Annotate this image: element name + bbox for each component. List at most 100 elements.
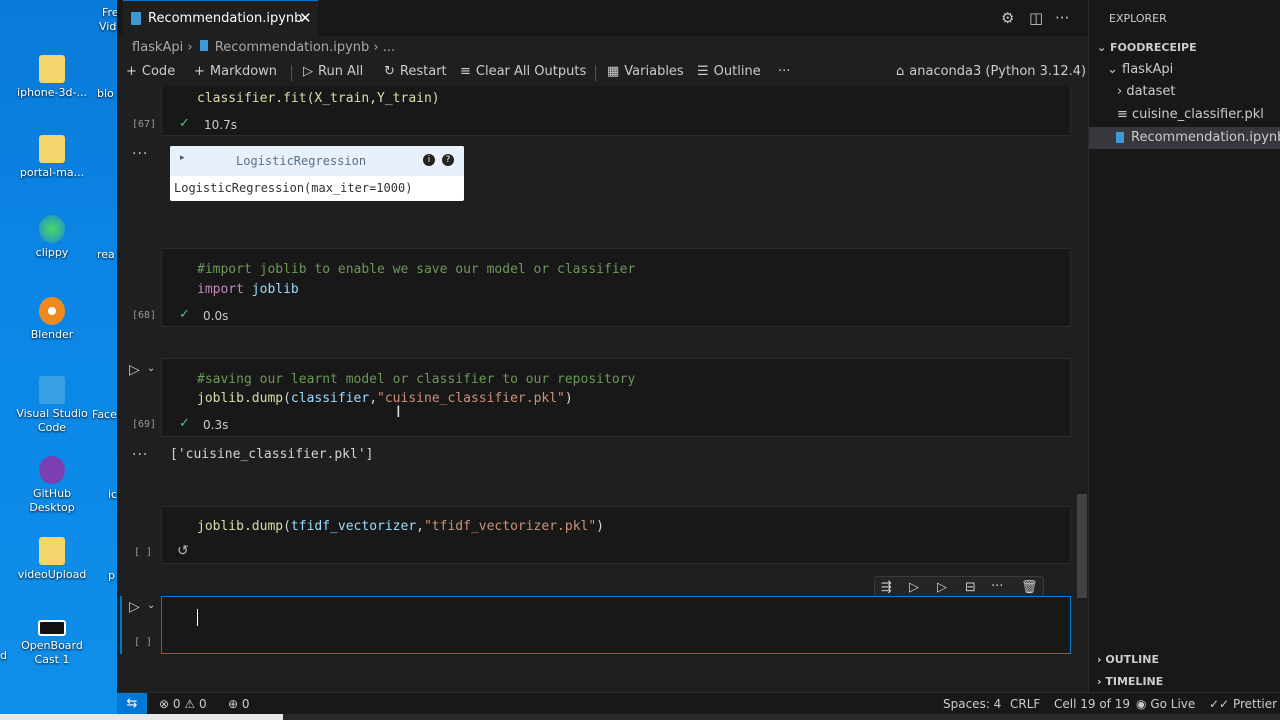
text-cursor xyxy=(197,609,198,626)
cell-code-line[interactable]: classifier.fit(X_train,Y_train) xyxy=(197,91,440,106)
breadcrumb-more[interactable]: ... xyxy=(383,40,395,55)
add-markdown-button[interactable]: + Markdown xyxy=(194,64,277,79)
section-label: TIMELINE xyxy=(1105,675,1164,688)
more-icon[interactable]: ··· xyxy=(991,579,1003,594)
cell-position-status[interactable]: Cell 19 of 19 xyxy=(1054,697,1130,711)
execution-count: [ ] xyxy=(134,547,153,558)
execution-time: 0.3s xyxy=(203,418,229,432)
run-all-button[interactable]: ▷ Run All xyxy=(303,64,363,79)
gear-icon[interactable]: ⚙ xyxy=(1001,9,1014,27)
scrollbar-thumb[interactable] xyxy=(1077,494,1087,598)
cut-label: ic xyxy=(108,488,117,501)
run-cell-icon[interactable]: ▷ xyxy=(129,599,140,615)
chevron-down-icon[interactable]: ⌄ xyxy=(147,363,155,374)
broadcast-icon: ◉ xyxy=(1136,697,1147,711)
toolbar-more-button[interactable]: ··· xyxy=(778,64,790,79)
remote-icon[interactable]: ⇆ xyxy=(117,693,147,715)
cell-code-line[interactable]: import joblib xyxy=(197,282,299,297)
run-cell-icon[interactable]: ▷ xyxy=(129,362,140,378)
variables-label: Variables xyxy=(624,64,684,79)
code-argument: tfidf_vectorizer xyxy=(290,519,417,534)
desktop-background: iphone-3d-... portal-ma... clippy Blende… xyxy=(0,0,117,720)
desktop-icon-iphone[interactable]: iphone-3d-... xyxy=(12,55,92,100)
desktop-icon-label: iphone-3d-... xyxy=(17,86,87,99)
code-cell-70[interactable] xyxy=(161,506,1071,564)
folder-flaskapi[interactable]: ⌄ flaskApi xyxy=(1107,62,1173,77)
restart-button[interactable]: ↻ Restart xyxy=(384,64,447,79)
code-keyword: import xyxy=(197,282,244,297)
restart-icon: ↻ xyxy=(384,64,395,79)
toolbar-divider xyxy=(595,65,596,81)
file-icon xyxy=(39,135,65,163)
go-live-button[interactable]: ◉ Go Live xyxy=(1136,697,1195,711)
eol-status[interactable]: CRLF xyxy=(1010,697,1040,711)
folder-label: dataset xyxy=(1126,84,1176,99)
help-icon[interactable]: ? xyxy=(442,154,454,166)
cell-code-line[interactable]: joblib.dump(classifier,"cuisine_classifi… xyxy=(197,391,573,406)
openboard-icon xyxy=(38,620,66,636)
timeline-section[interactable]: › TIMELINE xyxy=(1097,675,1163,688)
add-code-button[interactable]: + Code xyxy=(126,64,175,79)
file-label: Recommendation.ipynb xyxy=(1131,130,1280,145)
output-more-icon[interactable]: ··· xyxy=(132,447,148,463)
desktop-icon-portal[interactable]: portal-ma... xyxy=(12,135,92,180)
github-icon xyxy=(39,456,65,484)
desktop-icon-github[interactable]: GitHub Desktop xyxy=(12,456,92,515)
desktop-icon-openboard[interactable]: OpenBoard Cast 1 xyxy=(12,620,92,667)
close-icon[interactable]: ✕ xyxy=(299,9,312,27)
selected-file-row[interactable]: Recommendation.ipynb xyxy=(1089,127,1280,149)
code-cell-active[interactable] xyxy=(161,596,1071,654)
taskbar-search[interactable] xyxy=(0,714,283,720)
breadcrumb-folder[interactable]: flaskApi xyxy=(132,40,183,55)
split-cell-icon[interactable]: ⊟ xyxy=(965,580,976,595)
outline-section[interactable]: › OUTLINE xyxy=(1097,653,1159,666)
execution-count: [67] xyxy=(132,119,157,130)
cell-code-line[interactable]: #import joblib to enable we save our mod… xyxy=(197,262,635,277)
tab-recommendation[interactable]: Recommendation.ipynb ✕ xyxy=(123,0,318,36)
execute-above-icon[interactable]: ▷ xyxy=(909,580,919,595)
indentation-status[interactable]: Spaces: 4 xyxy=(943,697,1001,711)
cell-code-line[interactable]: joblib.dump(tfidf_vectorizer,"tfidf_vect… xyxy=(197,519,604,534)
split-editor-icon[interactable]: ◫ xyxy=(1029,9,1043,27)
outline-button[interactable]: ☰ Outline xyxy=(697,64,761,79)
chevron-down-icon[interactable]: ⌄ xyxy=(147,600,155,611)
kernel-picker[interactable]: ⌂ anaconda3 (Python 3.12.4) xyxy=(896,64,1086,79)
output-more-icon[interactable]: ··· xyxy=(132,146,148,162)
variables-icon: ▦ xyxy=(607,64,620,79)
desktop-icon-videoupload[interactable]: videoUpload xyxy=(12,537,92,582)
go-live-label: Go Live xyxy=(1150,697,1196,711)
ports-indicator[interactable]: ⊕ 0 xyxy=(228,697,250,711)
desktop-icon-vscode[interactable]: Visual Studio Code xyxy=(12,376,92,435)
delete-icon[interactable]: 🗑 xyxy=(1021,580,1038,595)
prettier-label: Prettier xyxy=(1232,697,1278,711)
file-pkl[interactable]: ≡ cuisine_classifier.pkl xyxy=(1117,107,1264,122)
plus-icon: + xyxy=(194,64,205,79)
chevron-right-icon: › xyxy=(1117,84,1127,99)
desktop-icon-clippy[interactable]: clippy xyxy=(12,215,92,260)
variables-button[interactable]: ▦ Variables xyxy=(607,64,684,79)
add-code-label: Code xyxy=(141,64,176,79)
folder-dataset[interactable]: › dataset xyxy=(1117,84,1176,99)
project-header[interactable]: ⌄ FOODRECEIPE xyxy=(1097,41,1197,54)
estimator-widget[interactable]: ▸ LogisticRegression i ? LogisticRegress… xyxy=(170,146,464,201)
warning-icon: ⚠ xyxy=(184,697,196,711)
desktop-icon-blender[interactable]: Blender xyxy=(12,297,92,342)
chevron-down-icon: ⌄ xyxy=(1097,41,1111,54)
problems-indicator[interactable]: ⊗ 0 ⚠ 0 xyxy=(159,697,207,711)
breadcrumb-file[interactable]: Recommendation.ipynb xyxy=(215,40,369,55)
execute-below-icon[interactable]: ▷ xyxy=(937,580,947,595)
run-by-line-icon[interactable]: ⇶ xyxy=(881,580,892,595)
code-function: joblib.dump xyxy=(197,519,284,534)
estimator-header[interactable]: ▸ LogisticRegression i ? xyxy=(170,146,464,176)
code-string: "cuisine_classifier.pkl" xyxy=(377,391,565,406)
clear-outputs-button[interactable]: ≡ Clear All Outputs xyxy=(460,64,586,79)
prettier-button[interactable]: ✓✓ Prettier xyxy=(1209,697,1277,711)
info-icon[interactable]: i xyxy=(423,154,435,166)
add-markdown-label: Markdown xyxy=(209,64,278,79)
project-name: FOODRECEIPE xyxy=(1110,41,1197,54)
file-label: cuisine_classifier.pkl xyxy=(1132,107,1264,122)
code-function: joblib.dump xyxy=(197,391,284,406)
taskbar-edge xyxy=(0,714,1280,720)
cell-code-line[interactable]: #saving our learnt model or classifier t… xyxy=(197,372,635,387)
more-actions-icon[interactable]: ··· xyxy=(1055,9,1069,27)
